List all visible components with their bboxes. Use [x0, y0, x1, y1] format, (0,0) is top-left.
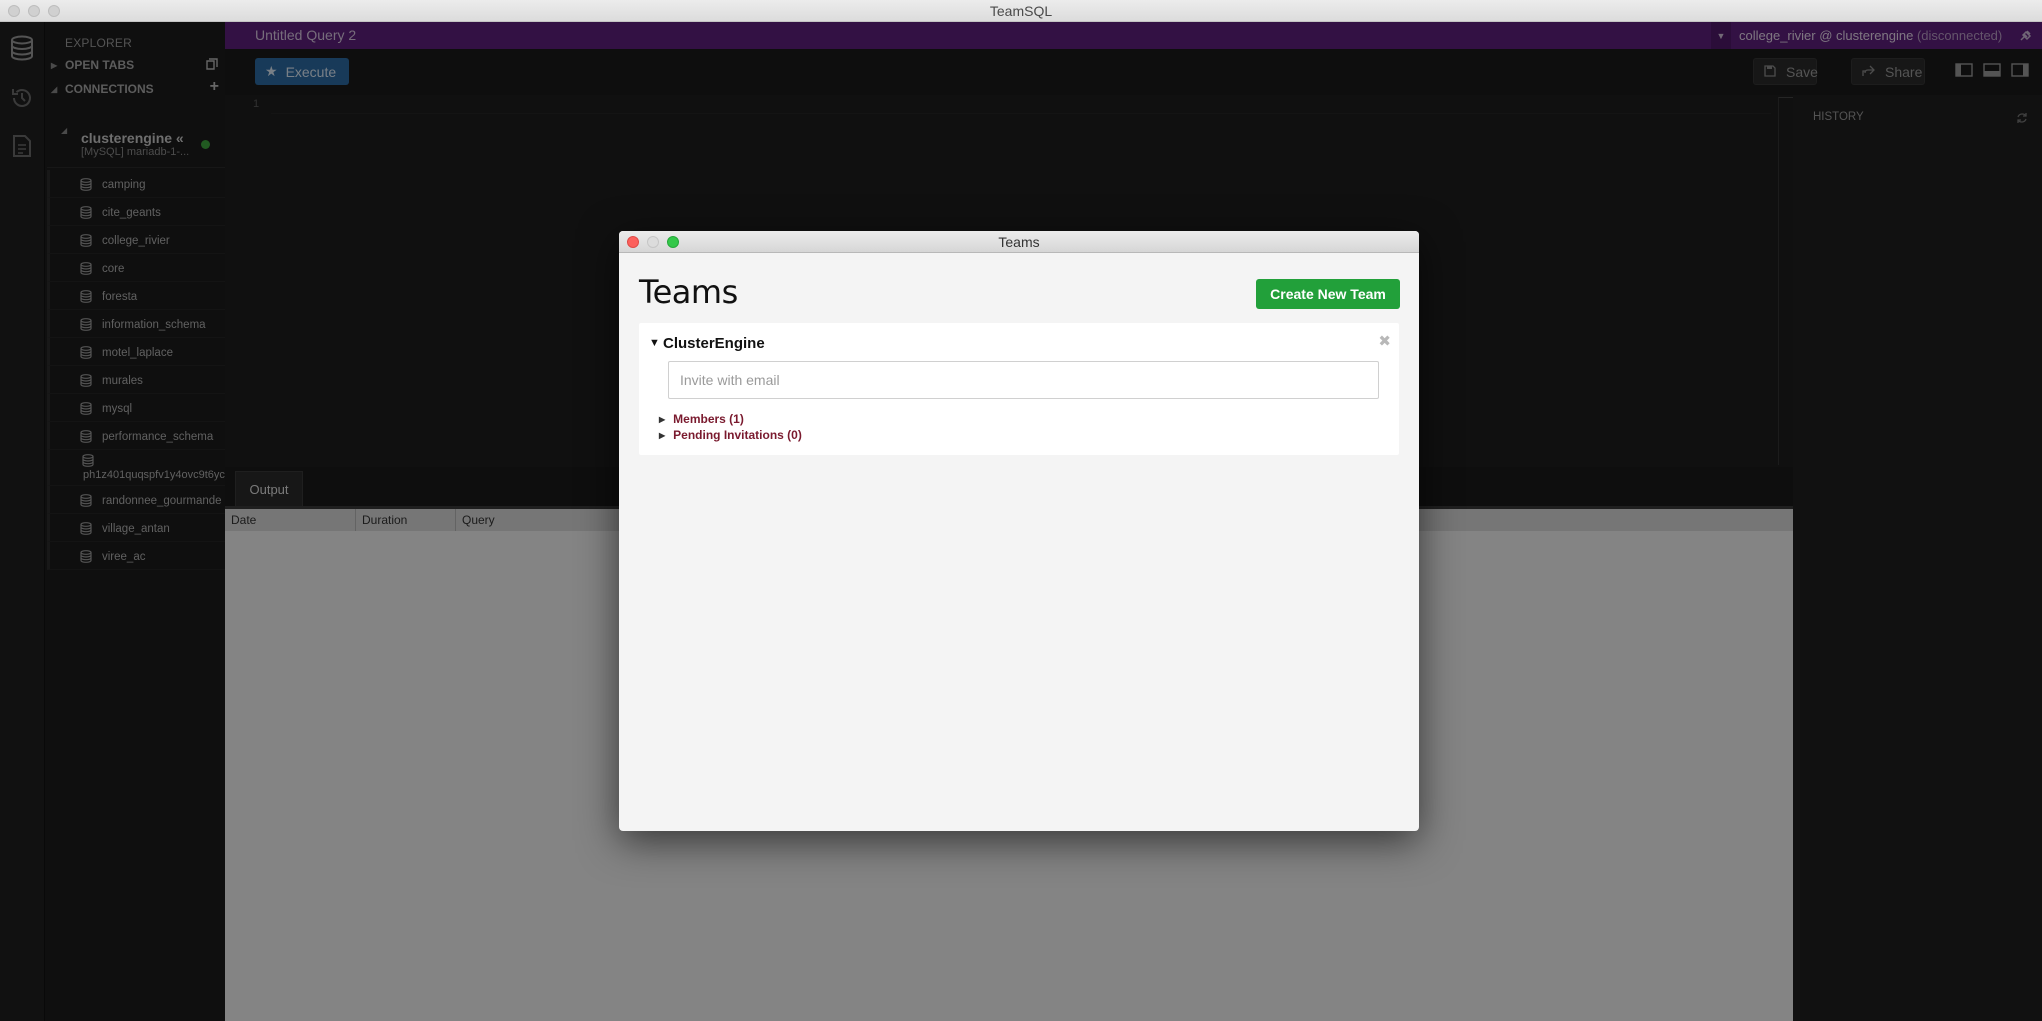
teams-dialog: Teams Teams Create New Team ▼ ClusterEng…	[619, 231, 1419, 831]
caret-right-icon: ▶	[659, 414, 666, 424]
pending-invitations-expander[interactable]: ▶ Pending Invitations (0)	[659, 428, 802, 442]
pending-invitations-label: Pending Invitations (0)	[673, 428, 802, 442]
app-title: TeamSQL	[989, 3, 1053, 19]
dialog-titlebar: Teams	[619, 231, 1419, 253]
caret-down-icon[interactable]: ▼	[649, 337, 660, 349]
invite-email-input[interactable]	[668, 361, 1379, 399]
dialog-window-title: Teams	[998, 234, 1040, 250]
team-card: ▼ ClusterEngine ✖ ▶ Members (1) ▶ Pendin…	[639, 323, 1399, 455]
caret-right-icon: ▶	[659, 430, 666, 440]
window-titlebar: TeamSQL	[0, 0, 2042, 22]
delete-team-icon[interactable]: ✖	[1378, 332, 1391, 350]
members-label: Members (1)	[673, 412, 744, 426]
members-expander[interactable]: ▶ Members (1)	[659, 412, 744, 426]
create-new-team-button[interactable]: Create New Team	[1256, 279, 1400, 309]
team-name: ClusterEngine	[663, 335, 765, 352]
teams-heading: Teams	[639, 273, 738, 311]
